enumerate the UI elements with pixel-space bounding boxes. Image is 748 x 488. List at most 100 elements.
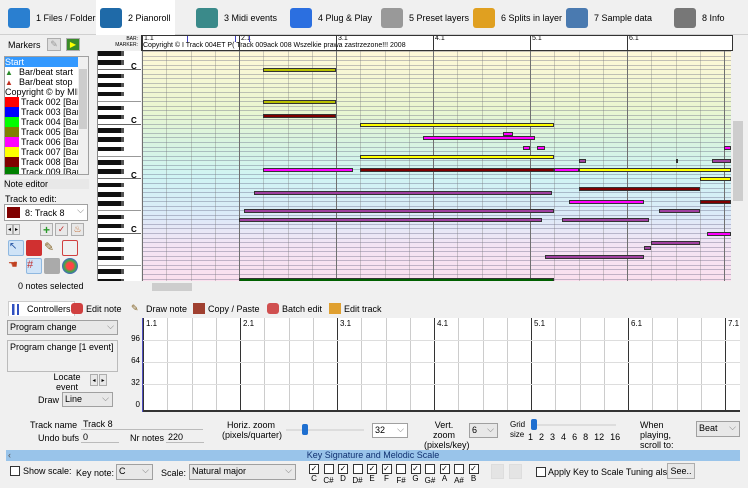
scale-key-checkbox[interactable]: A# bbox=[453, 464, 465, 485]
black-key[interactable] bbox=[98, 246, 124, 252]
next-track-button[interactable]: ▸ bbox=[13, 224, 20, 235]
note[interactable] bbox=[243, 209, 555, 214]
locate-prev-button[interactable]: ◂ bbox=[90, 374, 98, 386]
black-key[interactable] bbox=[98, 237, 124, 243]
fire-button[interactable]: ♨ bbox=[71, 223, 84, 236]
note[interactable] bbox=[568, 200, 644, 205]
note[interactable] bbox=[253, 191, 552, 196]
note[interactable] bbox=[263, 68, 336, 73]
black-key[interactable] bbox=[98, 160, 124, 165]
note[interactable] bbox=[263, 100, 336, 105]
marker-item[interactable]: Track 005 [Bar bbox=[5, 127, 79, 137]
horiz-zoom-slider[interactable] bbox=[286, 424, 364, 435]
horiz-zoom-select[interactable]: 32 bbox=[372, 423, 408, 438]
marker-item[interactable]: Track 008 [Bar bbox=[5, 157, 79, 167]
black-key[interactable] bbox=[98, 182, 124, 188]
key-note-select[interactable]: C bbox=[116, 464, 153, 480]
grid-size-slider[interactable] bbox=[531, 419, 616, 430]
marker-item[interactable]: Start bbox=[5, 57, 79, 67]
tab-edit-track[interactable]: Edit track bbox=[326, 301, 385, 316]
note[interactable] bbox=[360, 122, 555, 127]
grid-size-value[interactable]: 16 bbox=[610, 432, 620, 442]
note[interactable] bbox=[263, 168, 353, 173]
see-button[interactable]: See.. bbox=[667, 463, 695, 479]
scale-key-checkbox[interactable]: ✓ A bbox=[439, 464, 451, 483]
note[interactable] bbox=[578, 168, 731, 173]
edit-marker-button[interactable]: ✎ bbox=[47, 38, 61, 51]
black-key[interactable] bbox=[98, 128, 124, 133]
marker-item[interactable]: ▲ Bar/beat stop bbox=[5, 77, 79, 87]
ruler[interactable]: Copyright © I Track 004ET P( Track 009ac… bbox=[141, 35, 733, 51]
track-to-edit-select[interactable]: 8: Track 8 bbox=[4, 204, 88, 221]
mute-tool[interactable] bbox=[44, 258, 60, 274]
tab-controllers[interactable]: Controllers bbox=[8, 301, 75, 316]
grid-size-value[interactable]: 6 bbox=[572, 432, 577, 442]
scale-key-checkbox[interactable]: D# bbox=[352, 464, 364, 485]
tab-pianoroll[interactable]: 2 Pianoroll bbox=[96, 0, 175, 35]
black-key[interactable] bbox=[98, 192, 124, 197]
note[interactable] bbox=[658, 209, 700, 214]
scale-action-button-1[interactable] bbox=[491, 464, 504, 479]
scale-key-checkbox[interactable]: G# bbox=[424, 464, 436, 485]
scale-key-checkbox[interactable]: C# bbox=[323, 464, 335, 485]
grid-size-value[interactable]: 8 bbox=[583, 432, 588, 442]
vert-zoom-select[interactable]: 6 bbox=[469, 423, 498, 438]
tab-draw-note[interactable]: ✎ Draw note bbox=[128, 301, 190, 316]
track-name-input[interactable]: Track 8 bbox=[81, 418, 203, 430]
grid-size-value[interactable]: 3 bbox=[550, 432, 555, 442]
marker-item[interactable]: Copyright © by MID bbox=[5, 87, 79, 97]
controller-graph[interactable]: 1.1 2.1 3.1 4.1 5.1 6.1 7.1 bbox=[142, 318, 740, 412]
note[interactable] bbox=[423, 136, 535, 141]
tab-batch-edit[interactable]: Batch edit bbox=[264, 301, 325, 316]
tab-preset-layers[interactable]: 5 Preset layers bbox=[377, 2, 473, 34]
scale-key-checkbox[interactable]: ✓ C bbox=[308, 464, 320, 483]
note[interactable] bbox=[724, 145, 731, 150]
scale-key-checkbox[interactable]: ✓ F bbox=[381, 464, 393, 483]
marker-item[interactable]: ▲ Bar/beat start bbox=[5, 67, 79, 77]
black-key[interactable] bbox=[98, 73, 124, 79]
marker-item[interactable]: Track 003 [Bar bbox=[5, 107, 79, 117]
scale-key-checkbox[interactable]: ✓ B bbox=[468, 464, 480, 483]
roll-horizontal-scrollbar[interactable] bbox=[142, 281, 731, 293]
black-key[interactable] bbox=[98, 60, 124, 65]
piano-keyboard[interactable]: C C C C C bbox=[97, 51, 141, 281]
scale-key-checkbox[interactable]: F# bbox=[395, 464, 407, 485]
marker-item[interactable]: Track 007 [Bar bbox=[5, 147, 79, 157]
add-note-button[interactable]: + bbox=[40, 223, 53, 237]
controller-type-select[interactable]: Program change bbox=[7, 320, 118, 335]
note[interactable] bbox=[711, 159, 731, 164]
markers-list[interactable]: Start ▲ Bar/beat start ▲ Bar/beat stop Copyri… bbox=[4, 56, 89, 175]
black-key[interactable] bbox=[98, 255, 124, 261]
select-tool[interactable]: ↖ bbox=[8, 240, 24, 256]
show-scale-checkbox[interactable]: Show scale: bbox=[10, 466, 72, 476]
note[interactable] bbox=[239, 218, 543, 223]
tab-info[interactable]: 8 Info bbox=[670, 2, 729, 34]
black-key[interactable] bbox=[98, 114, 124, 120]
note[interactable] bbox=[360, 154, 555, 159]
scale-select[interactable]: Natural major bbox=[189, 464, 296, 480]
marker-item[interactable]: Track 002 [Bar bbox=[5, 97, 79, 107]
slider-thumb[interactable] bbox=[301, 424, 308, 435]
marker-item[interactable]: Track 004 [Bar bbox=[5, 117, 79, 127]
tab-sample-data[interactable]: 7 Sample data bbox=[562, 2, 656, 34]
black-key[interactable] bbox=[98, 91, 124, 97]
note[interactable] bbox=[643, 245, 652, 250]
note[interactable] bbox=[675, 159, 678, 164]
prev-track-button[interactable]: ◂ bbox=[6, 224, 13, 235]
scale-action-button-2[interactable] bbox=[509, 464, 522, 479]
note[interactable] bbox=[707, 232, 731, 236]
tab-plug-play[interactable]: 4 Plug & Play bbox=[286, 2, 376, 34]
black-key[interactable] bbox=[98, 105, 124, 111]
hand-tool[interactable]: ☚ bbox=[8, 258, 24, 274]
tab-copy-paste[interactable]: Copy / Paste bbox=[190, 301, 263, 316]
grid-size-value[interactable]: 2 bbox=[539, 432, 544, 442]
note[interactable] bbox=[544, 254, 644, 259]
color-tool[interactable] bbox=[62, 258, 78, 274]
grid-tool[interactable]: # bbox=[26, 258, 42, 274]
erase-tool[interactable] bbox=[26, 240, 42, 256]
tab-edit-note[interactable]: Edit note bbox=[68, 301, 125, 316]
draw-mode-select[interactable]: Line bbox=[62, 392, 113, 407]
note[interactable] bbox=[578, 186, 700, 191]
slider-thumb[interactable] bbox=[531, 419, 537, 430]
goto-marker-button[interactable]: ▶ bbox=[66, 38, 80, 51]
